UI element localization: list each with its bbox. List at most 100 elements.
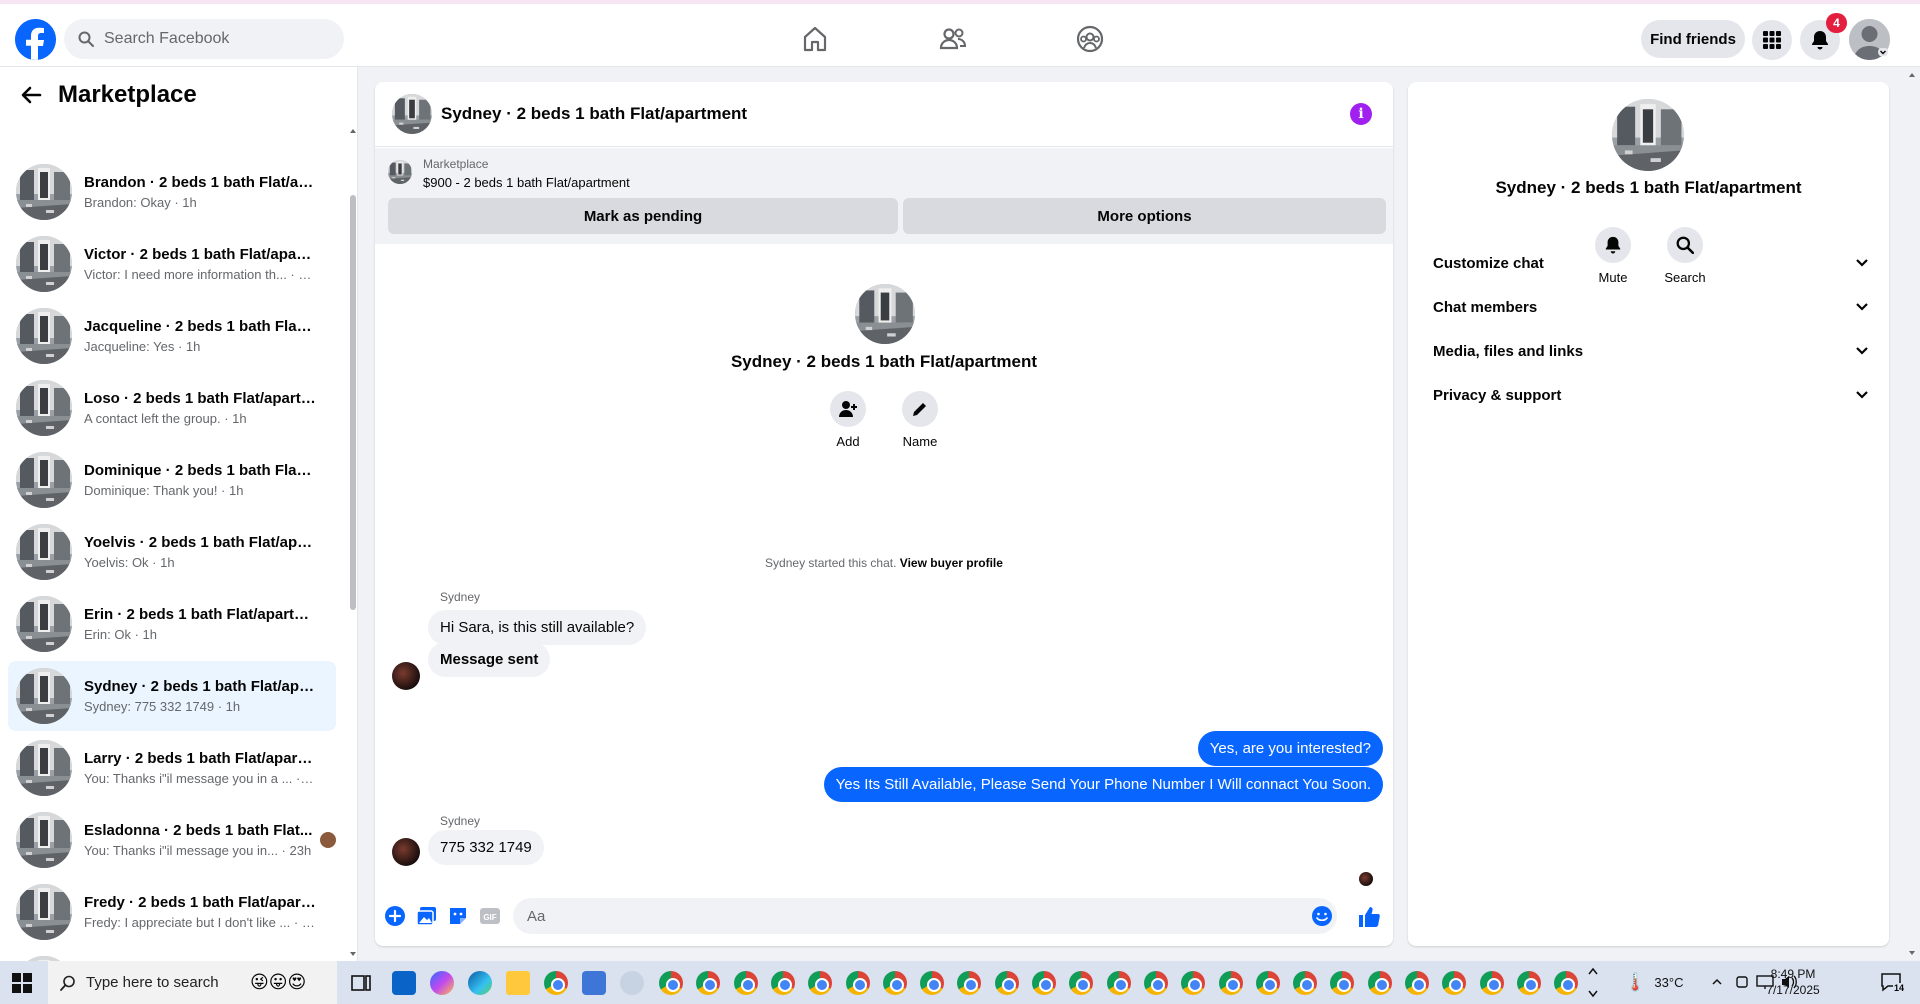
plus-circle-icon[interactable] bbox=[384, 905, 406, 927]
incoming-message[interactable]: Message sent bbox=[428, 642, 551, 677]
outgoing-message[interactable]: Yes Its Still Available, Please Send You… bbox=[823, 767, 1383, 802]
chrome-profile-icon[interactable] bbox=[696, 971, 721, 995]
conversation-item[interactable]: Larry · 2 beds 1 bath Flat/apartm... You:… bbox=[8, 733, 336, 803]
chrome-profile-icon[interactable] bbox=[920, 971, 945, 995]
scroll-down-icon[interactable] bbox=[1908, 949, 1916, 957]
sidebar-scroll-thumb[interactable] bbox=[350, 195, 356, 610]
privacy-support-row[interactable]: Privacy & support bbox=[1416, 375, 1881, 415]
conversation-item[interactable]: Esladonna · 2 beds 1 bath Flat... You: Th… bbox=[8, 805, 336, 875]
chrome-profile-icon[interactable] bbox=[733, 971, 758, 995]
facebook-search-box[interactable] bbox=[64, 19, 344, 59]
edge-icon[interactable] bbox=[468, 971, 492, 995]
system-clock[interactable]: 8:49 PM 7/17/2025 bbox=[1743, 966, 1843, 998]
conversation-item[interactable]: Jacqueline · 2 beds 1 bath Flat/a... Jacq… bbox=[8, 301, 336, 371]
menu-button[interactable] bbox=[1752, 20, 1792, 60]
outlook-icon[interactable] bbox=[392, 971, 416, 995]
view-buyer-profile-link[interactable]: View buyer profile bbox=[900, 556, 1003, 570]
chevron-down-icon bbox=[1856, 391, 1868, 399]
facebook-logo-icon[interactable] bbox=[15, 19, 56, 60]
page-scrollbar[interactable] bbox=[1904, 67, 1920, 961]
customize-chat-row[interactable]: Customize chat bbox=[1416, 243, 1881, 283]
chrome-icon[interactable] bbox=[544, 971, 568, 995]
scroll-down-icon[interactable] bbox=[349, 950, 357, 958]
copilot-icon[interactable] bbox=[430, 971, 454, 995]
chrome-profile-icon[interactable] bbox=[1516, 971, 1541, 995]
notification-center-button[interactable]: 14 bbox=[1880, 971, 1906, 995]
conversation-item[interactable]: Kymistry · 2 beds 1 bath Flat/a...You: P… bbox=[8, 949, 336, 961]
chrome-profile-icon[interactable] bbox=[1218, 971, 1243, 995]
friends-icon[interactable] bbox=[938, 24, 968, 54]
weather-widget[interactable]: 🌡️ 33°C bbox=[1624, 961, 1683, 1004]
conversation-item[interactable]: Fredy · 2 beds 1 bath Flat/apart... Fredy… bbox=[8, 877, 336, 947]
chrome-profile-icon[interactable] bbox=[1442, 971, 1467, 995]
conversation-item[interactable]: Dominique · 2 beds 1 bath Flat/a... Domin… bbox=[8, 445, 336, 515]
conversation-item[interactable]: Erin · 2 beds 1 bath Flat/apartme... Erin… bbox=[8, 589, 336, 659]
taskbar-search-input[interactable] bbox=[86, 974, 246, 991]
chevron-up-icon[interactable] bbox=[1711, 976, 1723, 988]
sticker-icon[interactable] bbox=[447, 905, 469, 927]
chrome-profile-icon[interactable] bbox=[845, 971, 870, 995]
outgoing-message[interactable]: Yes, are you interested? bbox=[1197, 731, 1383, 766]
chrome-profile-icon[interactable] bbox=[1330, 971, 1355, 995]
chrome-profile-icon[interactable] bbox=[1293, 971, 1318, 995]
taskbar-scroll-icon[interactable] bbox=[1587, 965, 1599, 1000]
conversation-item[interactable]: Victor · 2 beds 1 bath Flat/apart... Vict… bbox=[8, 229, 336, 299]
find-friends-button[interactable]: Find friends bbox=[1641, 20, 1745, 58]
add-people-action[interactable]: Add bbox=[818, 391, 878, 449]
chrome-profile-icon[interactable] bbox=[957, 971, 982, 995]
chrome-profile-icon[interactable] bbox=[1069, 971, 1094, 995]
microsoft-store-icon[interactable] bbox=[582, 971, 606, 995]
chrome-profile-icon[interactable] bbox=[770, 971, 795, 995]
facebook-search-input[interactable] bbox=[104, 30, 324, 48]
name-chat-action[interactable]: Name bbox=[890, 391, 950, 449]
chrome-profile-icon[interactable] bbox=[1554, 971, 1579, 995]
sender-avatar[interactable] bbox=[392, 838, 420, 866]
conversation-item[interactable]: Yoelvis · 2 beds 1 bath Flat/apart... Yoe… bbox=[8, 517, 336, 587]
gif-icon[interactable]: GIF bbox=[479, 905, 501, 927]
photo-attach-icon[interactable] bbox=[416, 905, 438, 927]
listing-price-title[interactable]: $900 - 2 beds 1 bath Flat/apartment bbox=[423, 175, 630, 190]
chrome-profile-icon[interactable] bbox=[1255, 971, 1280, 995]
windows-start-icon[interactable] bbox=[12, 973, 32, 993]
conversation-item[interactable]: Sydney · 2 beds 1 bath Flat/apar... Sydne… bbox=[8, 661, 336, 731]
chrome-profile-icon[interactable] bbox=[1367, 971, 1392, 995]
task-view-icon[interactable] bbox=[349, 971, 373, 995]
media-files-links-row[interactable]: Media, files and links bbox=[1416, 331, 1881, 371]
groups-icon[interactable] bbox=[1075, 24, 1105, 54]
chrome-profile-icon[interactable] bbox=[1143, 971, 1168, 995]
chrome-profile-icon[interactable] bbox=[882, 971, 907, 995]
incoming-message[interactable]: Hi Sara, is this still available? bbox=[428, 610, 647, 645]
chrome-profile-icon[interactable] bbox=[1106, 971, 1131, 995]
taskbar-search-box[interactable]: 😜😛😍 bbox=[48, 961, 337, 1004]
chat-listing-thumbnail[interactable] bbox=[392, 94, 432, 134]
scroll-up-icon[interactable] bbox=[1908, 71, 1916, 79]
chat-members-row[interactable]: Chat members bbox=[1416, 287, 1881, 327]
back-arrow-icon[interactable] bbox=[20, 84, 42, 106]
conversation-text: Jacqueline · 2 beds 1 bath Flat/a... Jacq… bbox=[84, 318, 316, 354]
message-input[interactable] bbox=[513, 898, 1337, 934]
chat-title[interactable]: Sydney · 2 beds 1 bath Flat/apartment bbox=[441, 104, 747, 124]
info-icon[interactable]: i bbox=[1350, 103, 1372, 125]
chrome-profile-icon[interactable] bbox=[994, 971, 1019, 995]
scroll-up-icon[interactable] bbox=[349, 127, 357, 135]
home-icon[interactable] bbox=[800, 24, 830, 54]
conversation-item[interactable]: Brandon · 2 beds 1 bath Flat/apa... Brand… bbox=[8, 157, 336, 227]
sidebar-scrollbar[interactable] bbox=[349, 127, 357, 958]
app-icon[interactable] bbox=[620, 971, 644, 995]
emoji-icon[interactable] bbox=[1311, 905, 1333, 927]
chrome-profile-icon[interactable] bbox=[1032, 971, 1056, 995]
conversation-item[interactable]: Loso · 2 beds 1 bath Flat/apartm... A con… bbox=[8, 373, 336, 443]
chrome-profile-icon[interactable] bbox=[1405, 971, 1429, 995]
chrome-profile-icon[interactable] bbox=[1181, 971, 1206, 995]
account-chevron-icon[interactable] bbox=[1878, 48, 1888, 56]
mark-as-pending-button[interactable]: Mark as pending bbox=[388, 198, 898, 234]
chrome-profile-icon[interactable] bbox=[659, 971, 683, 995]
more-options-button[interactable]: More options bbox=[903, 198, 1386, 234]
file-explorer-icon[interactable] bbox=[506, 971, 530, 995]
thumbs-up-icon[interactable] bbox=[1357, 905, 1381, 929]
sender-avatar[interactable] bbox=[392, 662, 420, 690]
incoming-message[interactable]: 775 332 1749 bbox=[428, 830, 544, 865]
chrome-profile-icon[interactable] bbox=[808, 971, 833, 995]
chrome-profile-icon[interactable] bbox=[1479, 971, 1504, 995]
conversation-text: Dominique · 2 beds 1 bath Flat/a... Domin… bbox=[84, 462, 316, 498]
